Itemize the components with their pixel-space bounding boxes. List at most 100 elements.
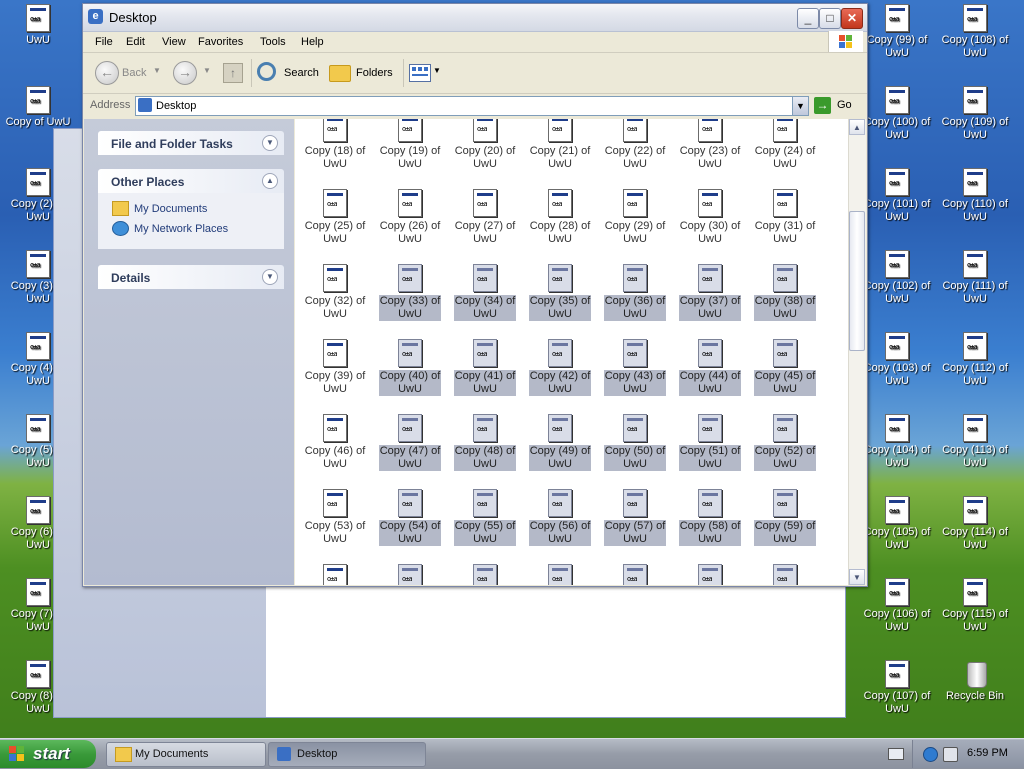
file-item[interactable]	[749, 564, 821, 585]
desktop-icon[interactable]: Copy (107) of UwU	[861, 660, 933, 716]
file-item[interactable]: Copy (46) ofUwU	[299, 414, 371, 471]
views-button[interactable]: ▼	[409, 61, 443, 85]
file-item[interactable]: Copy (25) ofUwU	[299, 189, 371, 246]
file-item[interactable]: Copy (31) ofUwU	[749, 189, 821, 246]
file-item[interactable]: Copy (55) ofUwU	[449, 489, 521, 546]
file-item[interactable]: Copy (47) ofUwU	[374, 414, 446, 471]
desktop-icon[interactable]: Copy (109) of UwU	[939, 86, 1011, 142]
other-places-header[interactable]: Other Places ▲	[98, 169, 284, 193]
network-icon[interactable]	[923, 747, 938, 762]
address-input[interactable]: Desktop ▼	[135, 96, 809, 116]
chevron-down-icon[interactable]: ▼	[262, 269, 278, 285]
vertical-scrollbar[interactable]: ▲ ▼	[848, 119, 866, 585]
file-list[interactable]: Copy (18) ofUwU Copy (19) ofUwU Copy (20) …	[295, 119, 848, 585]
go-button[interactable]: Go	[837, 99, 852, 111]
maximize-button[interactable]: □	[819, 8, 841, 29]
file-item[interactable]: Copy (27) ofUwU	[449, 189, 521, 246]
file-item[interactable]	[674, 564, 746, 585]
file-item[interactable]: Copy (56) ofUwU	[524, 489, 596, 546]
desktop-icon[interactable]: Copy (99) of UwU	[861, 4, 933, 60]
desktop-icon[interactable]: Copy of UwU	[2, 86, 74, 129]
start-button[interactable]: start	[0, 740, 96, 768]
file-item[interactable]: Copy (35) ofUwU	[524, 264, 596, 321]
file-item[interactable]: Copy (30) ofUwU	[674, 189, 746, 246]
up-folder-button[interactable]: ↑	[221, 61, 243, 85]
file-item[interactable]	[599, 564, 671, 585]
scroll-up-icon[interactable]: ▲	[849, 119, 865, 135]
file-item[interactable]: Copy (19) ofUwU	[374, 119, 446, 171]
file-item[interactable]: Copy (58) ofUwU	[674, 489, 746, 546]
go-arrow-icon[interactable]: →	[814, 97, 831, 114]
file-item[interactable]: Copy (20) ofUwU	[449, 119, 521, 171]
file-item[interactable]: Copy (44) ofUwU	[674, 339, 746, 396]
my-documents-link[interactable]: My Documents	[112, 201, 207, 216]
file-item[interactable]: Copy (51) ofUwU	[674, 414, 746, 471]
details-header[interactable]: Details ▼	[98, 265, 284, 289]
folders-button[interactable]: Folders	[329, 61, 395, 85]
file-item[interactable]	[449, 564, 521, 585]
file-item[interactable]: Copy (23) ofUwU	[674, 119, 746, 171]
file-item[interactable]: Copy (50) ofUwU	[599, 414, 671, 471]
file-item[interactable]: Copy (34) ofUwU	[449, 264, 521, 321]
desktop-icon[interactable]: Copy (115) of UwU	[939, 578, 1011, 634]
desktop-icon[interactable]: Copy (101) of UwU	[861, 168, 933, 224]
file-item[interactable]: Copy (21) ofUwU	[524, 119, 596, 171]
file-item[interactable]	[374, 564, 446, 585]
file-item[interactable]: Copy (38) ofUwU	[749, 264, 821, 321]
chevron-down-icon[interactable]: ▼	[262, 135, 278, 151]
title-bar[interactable]: e Desktop _ □ ✕	[83, 4, 867, 32]
desktop-icon[interactable]: UwU	[2, 4, 74, 47]
file-item[interactable]: Copy (41) ofUwU	[449, 339, 521, 396]
desktop-icon[interactable]: Copy (103) of UwU	[861, 332, 933, 388]
desktop-icon[interactable]: Copy (104) of UwU	[861, 414, 933, 470]
file-item[interactable]: Copy (36) ofUwU	[599, 264, 671, 321]
file-item[interactable]: Copy (43) ofUwU	[599, 339, 671, 396]
volume-icon[interactable]	[943, 747, 958, 762]
file-item[interactable]: Copy (45) ofUwU	[749, 339, 821, 396]
desktop-icon[interactable]: Copy (102) of UwU	[861, 250, 933, 306]
desktop-icon[interactable]: Copy (105) of UwU	[861, 496, 933, 552]
file-item[interactable]: Copy (29) ofUwU	[599, 189, 671, 246]
file-item[interactable]: Copy (59) ofUwU	[749, 489, 821, 546]
menu-favorites[interactable]: Favorites	[198, 36, 243, 48]
explorer-window[interactable]: e Desktop _ □ ✕ File Edit View Favorites…	[82, 3, 868, 587]
file-item[interactable]: Copy (53) ofUwU	[299, 489, 371, 546]
file-item[interactable]: Copy (48) ofUwU	[449, 414, 521, 471]
desktop-icon[interactable]: Copy (113) of UwU	[939, 414, 1011, 470]
file-item[interactable]: Copy (49) ofUwU	[524, 414, 596, 471]
file-item[interactable]	[299, 564, 371, 585]
keyboard-icon[interactable]	[888, 748, 904, 760]
file-item[interactable]: Copy (42) ofUwU	[524, 339, 596, 396]
file-item[interactable]: Copy (57) ofUwU	[599, 489, 671, 546]
menu-file[interactable]: File	[95, 36, 113, 48]
desktop-icon[interactable]: Copy (100) of UwU	[861, 86, 933, 142]
menu-edit[interactable]: Edit	[126, 36, 145, 48]
file-item[interactable]: Copy (33) ofUwU	[374, 264, 446, 321]
file-item[interactable]: Copy (26) ofUwU	[374, 189, 446, 246]
scroll-down-icon[interactable]: ▼	[849, 569, 865, 585]
back-button[interactable]: ← Back ▼	[95, 61, 161, 85]
file-folder-tasks-header[interactable]: File and Folder Tasks ▼	[98, 131, 284, 155]
desktop-icon[interactable]: Copy (108) of UwU	[939, 4, 1011, 60]
file-item[interactable]: Copy (22) ofUwU	[599, 119, 671, 171]
file-item[interactable]: Copy (39) ofUwU	[299, 339, 371, 396]
file-item[interactable]: Copy (52) ofUwU	[749, 414, 821, 471]
my-network-places-link[interactable]: My Network Places	[112, 221, 228, 236]
taskbar-my-documents[interactable]: My Documents	[106, 742, 266, 767]
desktop-icon[interactable]: Copy (112) of UwU	[939, 332, 1011, 388]
minimize-button[interactable]: _	[797, 8, 819, 29]
search-button[interactable]: Search	[257, 61, 321, 85]
file-item[interactable]: Copy (18) ofUwU	[299, 119, 371, 171]
desktop-icon[interactable]: Copy (110) of UwU	[939, 168, 1011, 224]
file-item[interactable]: Copy (54) ofUwU	[374, 489, 446, 546]
file-item[interactable]: Copy (40) ofUwU	[374, 339, 446, 396]
desktop-icon[interactable]: Copy (111) of UwU	[939, 250, 1011, 306]
file-item[interactable]: Copy (28) ofUwU	[524, 189, 596, 246]
file-item[interactable]: Copy (37) ofUwU	[674, 264, 746, 321]
menu-tools[interactable]: Tools	[260, 36, 286, 48]
file-item[interactable]: Copy (24) ofUwU	[749, 119, 821, 171]
menu-view[interactable]: View	[162, 36, 186, 48]
file-item[interactable]	[524, 564, 596, 585]
desktop-icon[interactable]: Copy (114) of UwU	[939, 496, 1011, 552]
taskbar-desktop[interactable]: Desktop	[268, 742, 426, 767]
